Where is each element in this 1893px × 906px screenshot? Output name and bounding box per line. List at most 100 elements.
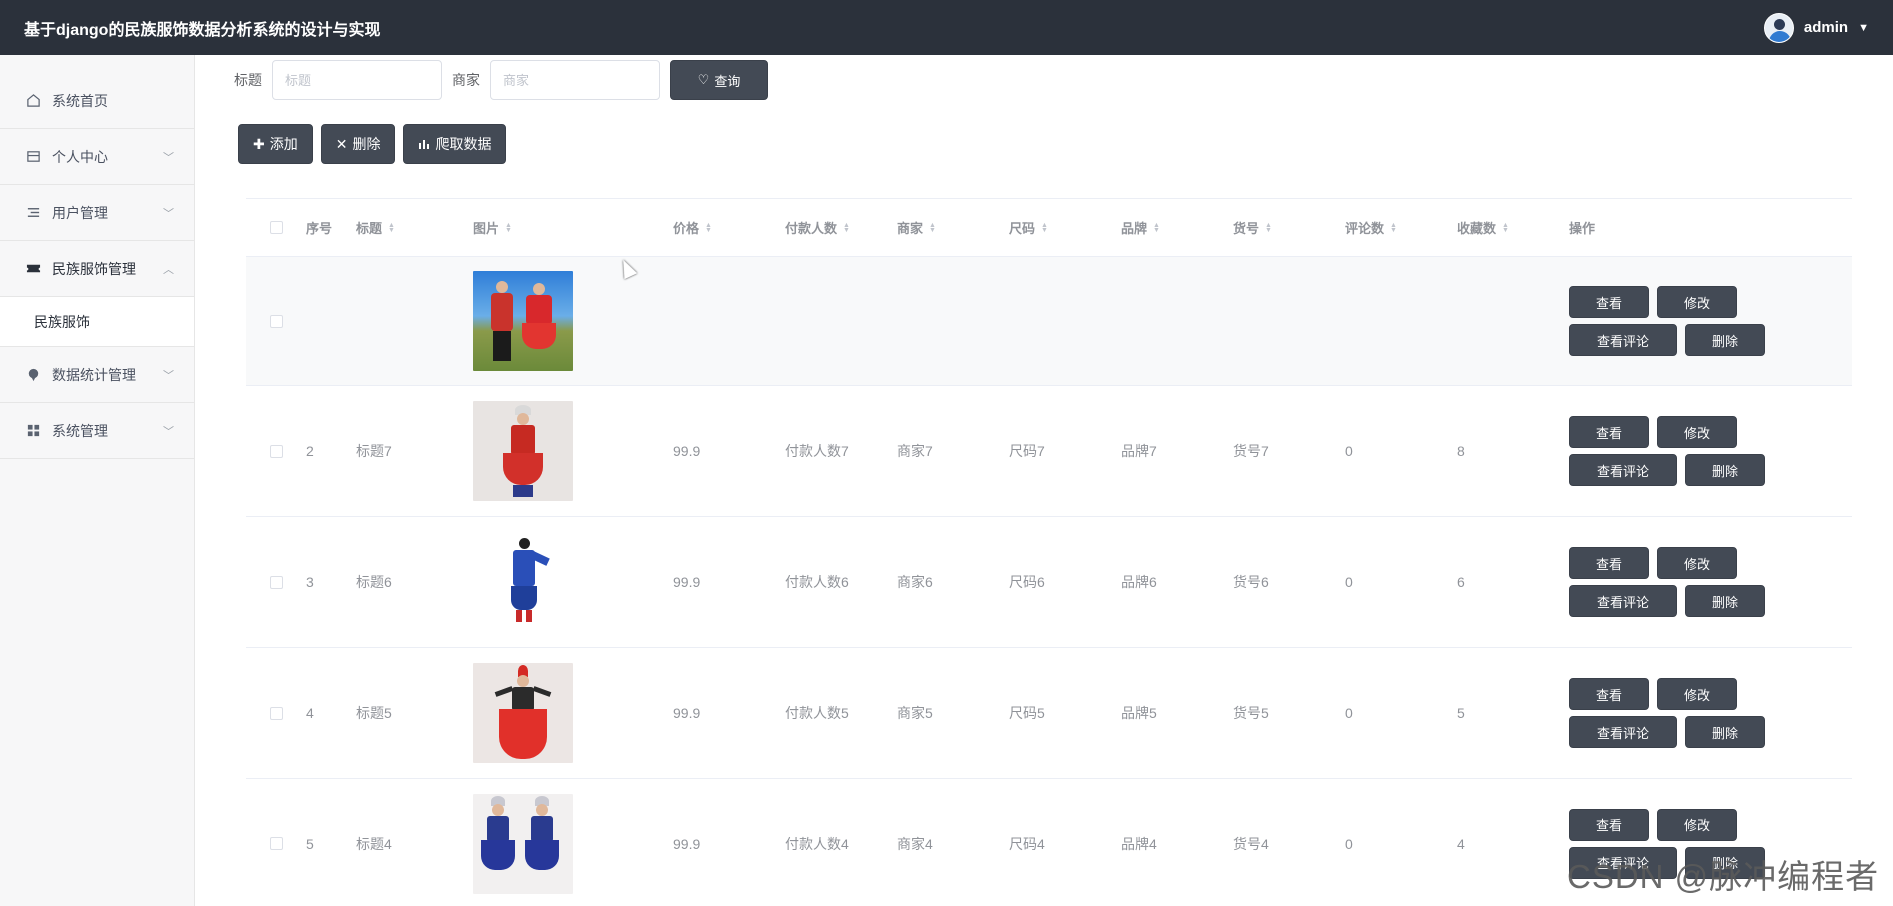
column-header[interactable]: 商家 ▲ ▼ bbox=[897, 218, 1009, 237]
table-row: 2 标题7 99.9 付款人数7 商家7 尺码7 品牌7 货号7 0 8 查看 … bbox=[246, 386, 1852, 517]
row-actions: 查看 修改 查看评论 删除 bbox=[1569, 678, 1812, 748]
edit-button[interactable]: 修改 bbox=[1657, 547, 1737, 579]
row-payers: 付款人数4 bbox=[785, 835, 849, 852]
column-header: 操作 bbox=[1569, 221, 1596, 236]
sidebar-item-statistics[interactable]: 数据统计管理 ﹀ bbox=[0, 347, 194, 403]
delete-button[interactable]: 删除 bbox=[1685, 716, 1765, 748]
home-icon bbox=[24, 93, 42, 108]
edit-button[interactable]: 修改 bbox=[1657, 286, 1737, 318]
toolbar: ✚ 添加 ✕ 删除 爬取数据 bbox=[238, 124, 507, 164]
row-checkbox[interactable] bbox=[269, 706, 283, 720]
add-button[interactable]: ✚ 添加 bbox=[238, 124, 313, 164]
title-filter-input[interactable] bbox=[272, 60, 442, 100]
bar-chart-icon bbox=[418, 136, 430, 152]
row-checkbox[interactable] bbox=[269, 444, 283, 458]
view-comments-button[interactable]: 查看评论 bbox=[1569, 454, 1677, 486]
sort-icon[interactable]: ▲ ▼ bbox=[1153, 222, 1160, 234]
sidebar-item-label: 数据统计管理 bbox=[52, 366, 136, 383]
row-shop: 商家7 bbox=[897, 443, 933, 459]
column-header[interactable]: 标题 ▲ ▼ bbox=[356, 218, 473, 237]
sort-icon[interactable]: ▲ ▼ bbox=[1041, 222, 1048, 234]
ticket-icon bbox=[24, 261, 42, 276]
row-checkbox[interactable] bbox=[269, 837, 283, 850]
row-size: 尺码4 bbox=[1009, 835, 1045, 852]
query-button-label: 查询 bbox=[714, 73, 741, 89]
delete-button[interactable]: 删除 bbox=[1685, 454, 1765, 486]
sort-icon[interactable]: ▲ ▼ bbox=[1502, 222, 1509, 234]
row-sku: 货号4 bbox=[1233, 835, 1269, 852]
view-button[interactable]: 查看 bbox=[1569, 808, 1649, 841]
column-header[interactable]: 付款人数 ▲ ▼ bbox=[785, 218, 897, 237]
grid-icon bbox=[24, 423, 42, 438]
view-button[interactable]: 查看 bbox=[1569, 286, 1649, 318]
row-checkbox[interactable] bbox=[269, 575, 283, 589]
batch-delete-button-label: 删除 bbox=[352, 136, 381, 152]
view-button[interactable]: 查看 bbox=[1569, 416, 1649, 448]
edit-button[interactable]: 修改 bbox=[1657, 416, 1737, 448]
select-all-checkbox[interactable] bbox=[269, 221, 283, 234]
sidebar-item-label: 系统首页 bbox=[52, 92, 108, 109]
column-header[interactable]: 图片 ▲ ▼ bbox=[473, 218, 673, 237]
edit-button[interactable]: 修改 bbox=[1657, 678, 1737, 710]
sort-icon[interactable]: ▲ ▼ bbox=[1265, 222, 1272, 234]
row-sku: 货号6 bbox=[1233, 574, 1269, 590]
row-favorites: 8 bbox=[1457, 443, 1465, 459]
sidebar-item-costume-management[interactable]: 民族服饰管理 ︿ bbox=[0, 241, 194, 297]
sort-icon[interactable]: ▲ ▼ bbox=[1390, 222, 1397, 234]
sidebar-item-users[interactable]: 用户管理 ﹀ bbox=[0, 185, 194, 241]
search-form: 标题 商家 ♡ 查询 bbox=[234, 60, 768, 100]
column-header[interactable]: 价格 ▲ ▼ bbox=[673, 218, 785, 237]
column-header[interactable]: 评论数 ▲ ▼ bbox=[1345, 218, 1457, 237]
list-icon bbox=[24, 205, 42, 220]
username: admin bbox=[1803, 19, 1849, 36]
costume-image bbox=[473, 532, 573, 632]
chevron-up-icon: ︿ bbox=[163, 263, 174, 276]
app-title: 基于django的民族服饰数据分析系统的设计与实现 bbox=[24, 21, 381, 39]
row-shop: 商家4 bbox=[897, 835, 933, 852]
column-header[interactable]: 尺码 ▲ ▼ bbox=[1009, 218, 1121, 237]
row-size: 尺码5 bbox=[1009, 705, 1045, 721]
row-comments: 0 bbox=[1345, 443, 1353, 459]
view-button[interactable]: 查看 bbox=[1569, 678, 1649, 710]
row-index: 2 bbox=[306, 443, 314, 459]
column-header[interactable]: 收藏数 ▲ ▼ bbox=[1457, 218, 1569, 237]
batch-delete-button[interactable]: ✕ 删除 bbox=[320, 124, 396, 164]
delete-button[interactable]: 删除 bbox=[1685, 324, 1765, 356]
row-checkbox[interactable] bbox=[269, 314, 283, 328]
costume-image bbox=[473, 793, 573, 894]
sidebar: 系统首页 个人中心 ﹀ 用户管理 ﹀ 民族服饰管理 ︿ 民族服饰 数据统计管理 … bbox=[0, 55, 195, 906]
delete-button[interactable]: 删除 bbox=[1685, 585, 1765, 617]
view-comments-button[interactable]: 查看评论 bbox=[1569, 716, 1677, 748]
sort-icon[interactable]: ▲ ▼ bbox=[505, 222, 512, 234]
avatar[interactable] bbox=[1763, 12, 1794, 43]
edit-button[interactable]: 修改 bbox=[1657, 808, 1737, 841]
sidebar-subitem-costume[interactable]: 民族服饰 bbox=[0, 297, 194, 347]
close-icon: ✕ bbox=[335, 135, 348, 152]
row-actions: 查看 修改 查看评论 删除 bbox=[1569, 286, 1812, 356]
plus-icon: ✚ bbox=[253, 135, 265, 152]
table-row: 4 标题5 99.9 付款人数5 商家5 尺码5 品牌5 货号5 0 5 查看 … bbox=[246, 648, 1852, 779]
query-button[interactable]: ♡ 查询 bbox=[670, 60, 768, 100]
view-comments-button[interactable]: 查看评论 bbox=[1569, 585, 1677, 617]
table-row: 查看 修改 查看评论 删除 bbox=[246, 257, 1852, 386]
crawl-button[interactable]: 爬取数据 bbox=[403, 124, 507, 164]
sort-icon[interactable]: ▲ ▼ bbox=[388, 222, 395, 234]
sidebar-item-personal[interactable]: 个人中心 ﹀ bbox=[0, 129, 194, 185]
shop-filter-input[interactable] bbox=[490, 60, 660, 100]
pin-icon bbox=[24, 367, 42, 382]
sidebar-item-label: 个人中心 bbox=[52, 148, 108, 165]
sidebar-item-label: 用户管理 bbox=[52, 204, 108, 221]
column-header[interactable]: 品牌 ▲ ▼ bbox=[1121, 218, 1233, 237]
chevron-down-icon: ﹀ bbox=[163, 369, 174, 382]
user-menu[interactable]: admin ▼ bbox=[1763, 12, 1869, 43]
sort-icon[interactable]: ▲ ▼ bbox=[929, 222, 936, 234]
sidebar-item-home[interactable]: 系统首页 bbox=[0, 55, 194, 129]
view-button[interactable]: 查看 bbox=[1569, 547, 1649, 579]
title-filter-label: 标题 bbox=[234, 72, 262, 88]
sort-icon[interactable]: ▲ ▼ bbox=[705, 222, 712, 234]
sidebar-item-system[interactable]: 系统管理 ﹀ bbox=[0, 403, 194, 459]
column-header[interactable]: 货号 ▲ ▼ bbox=[1233, 218, 1345, 237]
view-comments-button[interactable]: 查看评论 bbox=[1569, 324, 1677, 356]
sort-icon[interactable]: ▲ ▼ bbox=[843, 222, 850, 234]
row-sku: 货号7 bbox=[1233, 443, 1269, 459]
